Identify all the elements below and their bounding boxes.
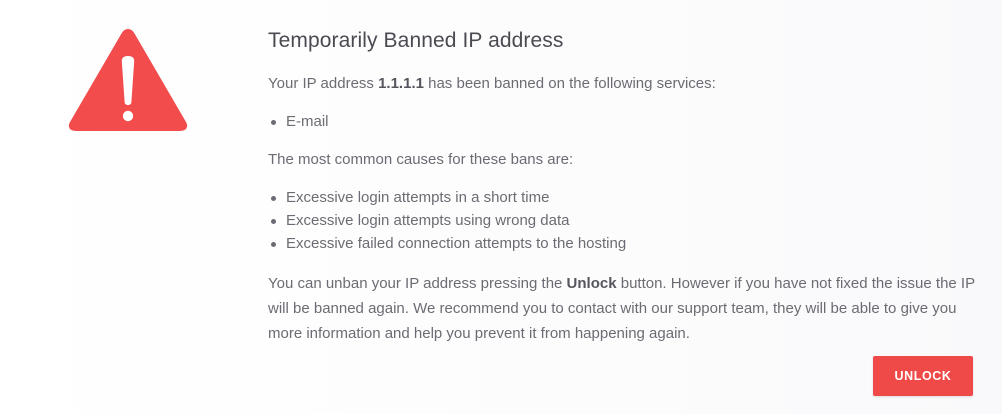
ban-notice-panel: Temporarily Banned IP address Your IP ad… — [0, 0, 1002, 414]
unlock-reference: Unlock — [566, 275, 617, 292]
explanation-text: You can unban your IP address pressing t… — [268, 271, 980, 346]
list-item: Excessive login attempts in a short time — [268, 186, 980, 209]
ip-address: 1.1.1.1 — [378, 75, 424, 92]
warning-triangle-icon — [68, 29, 188, 131]
intro-prefix: Your IP address — [268, 75, 379, 92]
list-item: Excessive login attempts using wrong dat… — [268, 209, 980, 232]
list-item: Excessive failed connection attempts to … — [268, 232, 980, 255]
explanation-prefix: You can unban your IP address pressing t… — [268, 275, 567, 292]
page-title: Temporarily Banned IP address — [268, 29, 564, 52]
intro-text: Your IP address 1.1.1.1 has been banned … — [268, 72, 980, 95]
intro-suffix: has been banned on the following service… — [423, 75, 716, 92]
causes-intro-text: The most common causes for these bans ar… — [268, 151, 574, 168]
list-item: E-mail — [268, 110, 980, 133]
ban-message: Temporarily Banned IP address Your IP ad… — [268, 28, 980, 346]
unlock-button[interactable]: UNLOCK — [873, 356, 973, 396]
causes-list: Excessive login attempts in a short time… — [268, 186, 980, 255]
banned-services-list: E-mail — [268, 110, 980, 133]
